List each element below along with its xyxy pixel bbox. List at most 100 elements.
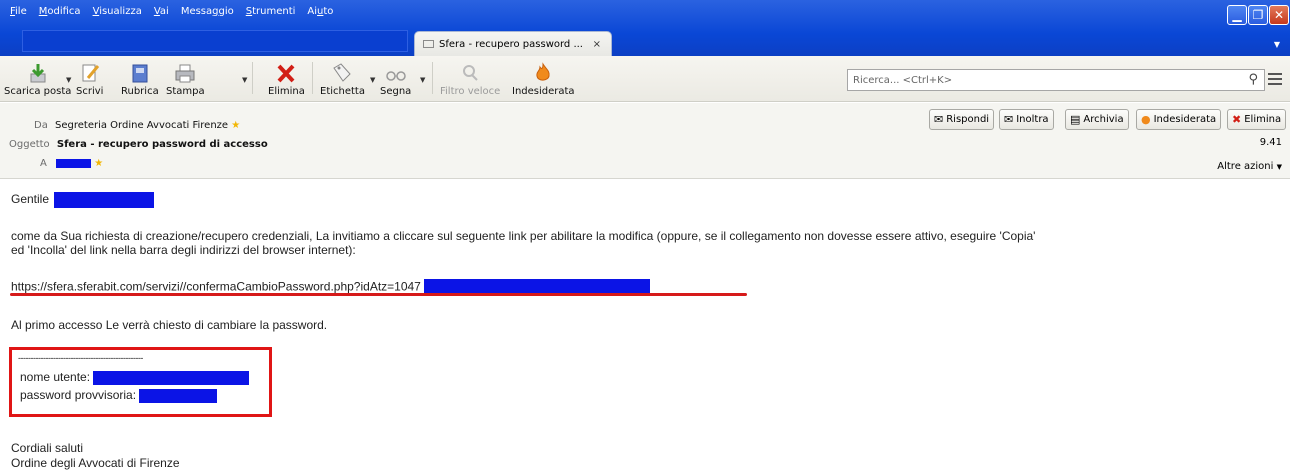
star-icon[interactable]: ★	[231, 120, 240, 131]
menu-item-strumenti[interactable]: Strumenti	[246, 6, 296, 17]
print-label: Stampa	[166, 86, 205, 97]
first-access-note: Al primo accesso Le verrà chiesto di cam…	[11, 318, 328, 332]
mark-label: Segna	[380, 86, 412, 97]
tab-message[interactable]: Sfera - recupero password ... ×	[414, 31, 612, 56]
tab-strip-empty-area	[22, 30, 408, 52]
get-mail-dropdown-icon[interactable]: ▼	[66, 76, 71, 84]
menu-item-aiuto[interactable]: Aiuto	[307, 6, 333, 17]
tab-close-icon[interactable]: ×	[593, 39, 601, 50]
get-mail-label: Scarica posta	[4, 86, 72, 97]
tag-dropdown-icon[interactable]: ▼	[370, 76, 375, 84]
forward-icon: ✉	[1004, 113, 1014, 126]
header-junk-button[interactable]: ● Indesiderata	[1136, 109, 1222, 130]
printer-icon	[174, 58, 196, 84]
greeting: Gentile	[11, 192, 50, 207]
flame-icon: ●	[1141, 113, 1151, 126]
forward-button[interactable]: ✉ Inoltra	[999, 109, 1054, 130]
tab-list-arrow-icon[interactable]: ▼	[1274, 40, 1280, 49]
app-menu-icon[interactable]	[1268, 73, 1282, 88]
glasses-icon	[385, 58, 407, 84]
more-actions-button[interactable]: Altre azioni ▼	[1217, 161, 1282, 172]
header-junk-label: Indesiderata	[1153, 114, 1217, 125]
toolbar-separator	[252, 62, 253, 94]
red-x-icon	[276, 58, 296, 84]
pencil-paper-icon	[80, 58, 100, 84]
search-input[interactable]: Ricerca... <Ctrl+K> ⚲	[847, 69, 1265, 91]
paragraph-line-1: come da Sua richiesta di creazione/recup…	[11, 229, 1036, 243]
redacted-password	[139, 388, 218, 403]
main-toolbar: Scarica posta ▼ Scrivi Rubrica Stampa ▼ …	[0, 56, 1290, 102]
junk-button[interactable]: Indesiderata	[512, 58, 575, 97]
red-underline-highlight	[10, 293, 747, 296]
close-window-button[interactable]: ✕	[1269, 5, 1289, 25]
message-body: Gentile come da Sua richiesta di creazio…	[0, 179, 1290, 476]
search-placeholder: Ricerca... <Ctrl+K>	[853, 74, 953, 86]
menu-item-file[interactable]: File	[10, 6, 27, 17]
address-book-button[interactable]: Rubrica	[121, 58, 159, 97]
message-header: Da Segreteria Ordine Avvocati Firenze ★ …	[0, 103, 1290, 179]
to-label: A	[40, 158, 47, 169]
address-book-icon	[130, 58, 150, 84]
separator-dashes: ----------------------------------------…	[18, 353, 143, 363]
write-button[interactable]: Scrivi	[76, 58, 103, 97]
reply-icon: ✉	[934, 113, 944, 126]
search-icon[interactable]: ⚲	[1248, 72, 1258, 87]
reset-link[interactable]: https://sfera.sferabit.com/servizi//conf…	[11, 280, 421, 294]
username-line: nome utente:	[20, 370, 250, 385]
maximize-button[interactable]: ❐	[1248, 5, 1268, 25]
menu-item-visualizza[interactable]: Visualizza	[93, 6, 142, 17]
address-book-label: Rubrica	[121, 86, 159, 97]
archive-button[interactable]: ▤ Archivia	[1065, 109, 1129, 130]
header-delete-label: Elimina	[1244, 114, 1282, 125]
from-value[interactable]: Segreteria Ordine Avvocati Firenze	[55, 120, 228, 131]
flame-icon	[532, 58, 554, 84]
title-bar: File Modifica Visualizza Vai Messaggio Strume…	[0, 0, 1290, 56]
paragraph-line-2: ed 'Incolla' del link nella barra degli …	[11, 243, 356, 257]
mark-button[interactable]: Segna	[380, 58, 411, 97]
subject-value: Sfera - recupero password di accesso	[56, 139, 268, 150]
archive-label: Archivia	[1083, 114, 1124, 125]
menu-item-modifica[interactable]: Modifica	[39, 6, 81, 17]
header-delete-button[interactable]: ✖ Elimina	[1227, 109, 1287, 130]
minimize-button[interactable]: ▁	[1227, 5, 1247, 25]
tag-button[interactable]: Etichetta	[320, 58, 365, 97]
menu-bar: File Modifica Visualizza Vai Messaggio Strume…	[10, 6, 333, 17]
red-x-icon: ✖	[1232, 113, 1242, 126]
envelope-icon	[423, 40, 434, 48]
from-row: Da Segreteria Ordine Avvocati Firenze ★	[34, 120, 240, 131]
reply-button[interactable]: ✉ Rispondi	[929, 109, 995, 130]
delete-label: Elimina	[268, 86, 305, 97]
tab-title: Sfera - recupero password ...	[439, 38, 583, 50]
quick-filter-label: Filtro veloce	[440, 86, 501, 97]
forward-label: Inoltra	[1016, 114, 1049, 125]
message-time: 9.41	[1259, 137, 1282, 148]
signature: Ordine degli Avvocati di Firenze	[11, 456, 180, 470]
get-mail-button[interactable]: Scarica posta	[4, 58, 71, 97]
username-label: nome utente:	[20, 370, 91, 384]
subject-row: Oggetto Sfera - recupero password di acc…	[9, 139, 268, 150]
delete-button[interactable]: Elimina	[268, 58, 305, 97]
redacted-recipient	[56, 158, 92, 168]
toolbar-separator	[312, 62, 313, 94]
subject-label: Oggetto	[9, 139, 50, 150]
print-button[interactable]: Stampa	[166, 58, 205, 97]
to-row: A ★	[40, 158, 103, 169]
from-label: Da	[34, 120, 48, 131]
chevron-down-icon: ▼	[1276, 163, 1282, 171]
more-actions-label: Altre azioni	[1217, 161, 1274, 172]
print-dropdown-icon[interactable]: ▼	[242, 76, 247, 84]
archive-icon: ▤	[1070, 113, 1081, 126]
redacted-name	[54, 192, 155, 208]
mark-dropdown-icon[interactable]: ▼	[420, 76, 425, 84]
menu-item-vai[interactable]: Vai	[154, 6, 169, 17]
quick-filter-button[interactable]: Filtro veloce	[440, 58, 500, 97]
menu-item-messaggio[interactable]: Messaggio	[181, 6, 234, 17]
closing: Cordiali saluti	[11, 441, 84, 455]
reply-label: Rispondi	[946, 114, 990, 125]
greeting-line: Gentile	[11, 192, 155, 208]
tag-label: Etichetta	[320, 86, 365, 97]
write-label: Scrivi	[76, 86, 104, 97]
redacted-username	[93, 370, 250, 385]
toolbar-separator	[432, 62, 433, 94]
star-icon[interactable]: ★	[94, 158, 103, 169]
